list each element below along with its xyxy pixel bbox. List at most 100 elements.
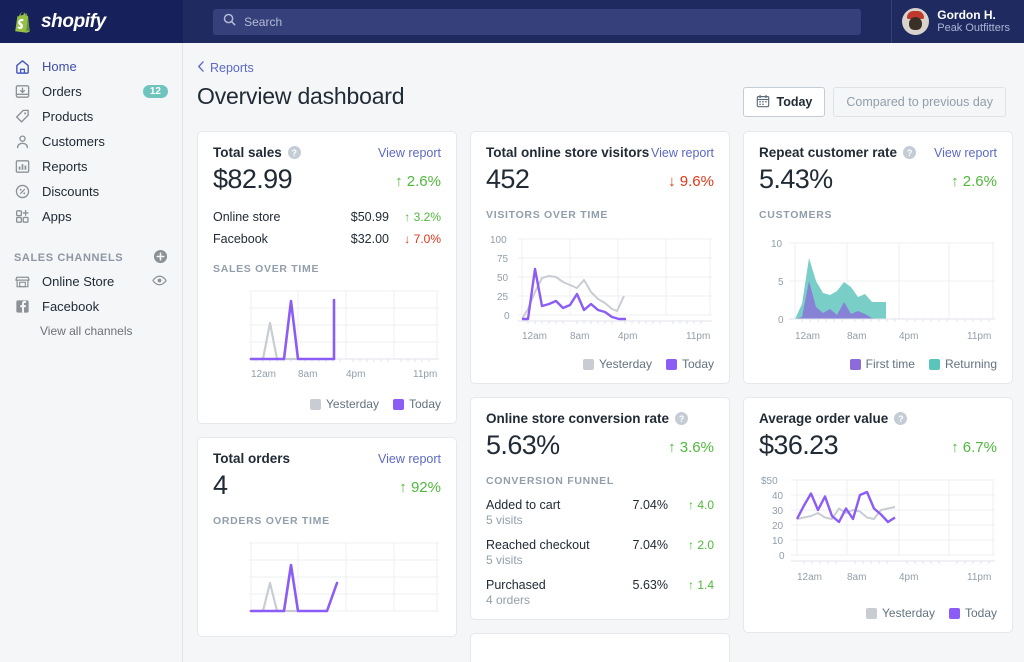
view-report-link[interactable]: View report — [934, 146, 997, 160]
legend-label: Yesterday — [326, 397, 379, 411]
svg-text:50: 50 — [497, 273, 509, 284]
sidebar-item-label: Orders — [42, 84, 82, 99]
view-report-link[interactable]: View report — [378, 146, 441, 160]
page-header: Overview dashboard Today Compared to pre… — [183, 75, 1024, 117]
legend-item-today: Today — [666, 357, 714, 371]
view-report-link[interactable]: View report — [651, 146, 714, 160]
card-repeat-customer-rate: Repeat customer rate ? View report 5.43%… — [743, 131, 1013, 384]
chart-legend: First time Returning — [759, 357, 997, 371]
svg-text:5: 5 — [778, 277, 784, 288]
home-icon — [14, 58, 31, 75]
sales-channels-title: SALES CHANNELS — [14, 252, 123, 264]
card-online-store-visitors: Total online store visitors View report … — [470, 131, 730, 384]
arrow-up-icon: ↑ — [668, 439, 676, 456]
help-icon[interactable]: ? — [675, 412, 688, 425]
legend-swatch — [866, 608, 877, 619]
card-title: Total orders — [213, 451, 290, 466]
sidebar-item-reports[interactable]: Reports — [0, 154, 182, 179]
sidebar-item-products[interactable]: Products — [0, 104, 182, 129]
delta-value: 2.6% — [407, 173, 441, 190]
search-placeholder: Search — [244, 15, 282, 29]
search-icon — [223, 13, 236, 31]
svg-text:100: 100 — [490, 235, 507, 246]
help-icon[interactable]: ? — [903, 146, 916, 159]
svg-text:30: 30 — [772, 506, 784, 517]
dashboard-column-3: Repeat customer rate ? View report 5.43%… — [743, 131, 1013, 662]
plus-circle-icon[interactable] — [153, 249, 168, 267]
card-conversion-rate: Online store conversion rate ? 5.63% ↑ 3… — [470, 397, 730, 620]
view-all-channels-link[interactable]: View all channels — [0, 319, 182, 343]
page-title: Overview dashboard — [197, 83, 404, 110]
funnel-row-top: Added to cart 7.04% ↑ 4.0 — [486, 498, 714, 512]
svg-text:11pm: 11pm — [967, 572, 991, 583]
chart-label: VISITORS OVER TIME — [486, 209, 714, 221]
metric-delta: ↑ 3.6% — [668, 434, 714, 462]
delta-value: 3.6% — [680, 439, 714, 456]
metric-value: 5.43% — [759, 162, 833, 196]
search-input[interactable]: Search — [213, 9, 861, 35]
today-button-label: Today — [777, 95, 813, 109]
orders-icon — [14, 83, 31, 100]
legend-item-yesterday: Yesterday — [866, 606, 935, 620]
sidebar-item-discounts[interactable]: Discounts — [0, 179, 182, 204]
card-header: Online store conversion rate ? — [486, 411, 714, 426]
chart-orders-over-time — [213, 535, 441, 637]
svg-text:12am: 12am — [522, 331, 547, 342]
funnel-row-top: Reached checkout 7.04% ↑ 2.0 — [486, 538, 714, 552]
delta-value: 2.6% — [963, 173, 997, 190]
view-report-link[interactable]: View report — [378, 452, 441, 466]
sidebar: Home Orders 12 Products Customers Report… — [0, 43, 183, 662]
card-header: Total orders View report — [213, 451, 441, 466]
svg-text:75: 75 — [497, 254, 509, 265]
chevron-left-icon — [197, 61, 205, 75]
svg-text:25: 25 — [497, 292, 509, 303]
avatar — [902, 8, 929, 35]
card-title: Total sales ? — [213, 145, 301, 160]
breadcrumb[interactable]: Reports — [183, 43, 1024, 75]
sales-breakdown: Online store $50.99 ↑ 3.2% Facebook $32.… — [213, 206, 441, 250]
chart-label: CUSTOMERS — [759, 209, 997, 221]
user-menu[interactable]: Gordon H. Peak Outfitters — [902, 8, 1024, 35]
svg-text:8am: 8am — [298, 369, 317, 380]
help-icon[interactable]: ? — [894, 412, 907, 425]
svg-text:12am: 12am — [251, 369, 276, 380]
sidebar-item-facebook[interactable]: Facebook — [0, 294, 182, 319]
legend-item-first-time: First time — [850, 357, 915, 371]
sidebar-item-online-store[interactable]: Online Store — [0, 269, 182, 294]
svg-text:0: 0 — [778, 315, 784, 326]
chart-legend: Yesterday Today — [486, 357, 714, 371]
svg-text:8am: 8am — [847, 572, 866, 583]
svg-text:20: 20 — [772, 521, 784, 532]
help-icon[interactable]: ? — [288, 146, 301, 159]
compare-button[interactable]: Compared to previous day — [833, 87, 1006, 117]
svg-text:11pm: 11pm — [413, 369, 437, 380]
metric-row: $82.99 ↑ 2.6% — [213, 162, 441, 196]
sidebar-item-orders[interactable]: Orders 12 — [0, 79, 182, 104]
shopify-logo[interactable]: shopify — [0, 0, 183, 43]
eye-icon[interactable] — [152, 274, 167, 289]
funnel-row: Added to cart 7.04% ↑ 4.0 5 visits — [486, 498, 714, 527]
card-header: Average order value ? — [759, 411, 997, 426]
sidebar-item-customers[interactable]: Customers — [0, 129, 182, 154]
svg-text:4pm: 4pm — [899, 572, 918, 583]
sidebar-item-apps[interactable]: Apps — [0, 204, 182, 229]
arrow-up-icon: ↑ — [395, 173, 403, 190]
sidebar-item-home[interactable]: Home — [0, 54, 182, 79]
svg-text:12am: 12am — [797, 572, 822, 583]
sidebar-item-label: Products — [42, 109, 93, 124]
orders-badge: 12 — [143, 85, 168, 98]
svg-text:8am: 8am — [847, 331, 866, 342]
metric-value: 4 — [213, 468, 227, 502]
svg-text:0: 0 — [779, 551, 785, 562]
delta-value: 92% — [411, 479, 441, 496]
today-button[interactable]: Today — [743, 87, 826, 117]
svg-text:4pm: 4pm — [346, 369, 365, 380]
metric-value: $82.99 — [213, 162, 292, 196]
legend-label: First time — [866, 357, 915, 371]
breakdown-value: $50.99 — [327, 210, 389, 224]
avatar-head — [909, 17, 922, 30]
funnel-label-text: Added to cart — [486, 498, 610, 512]
sidebar-item-label: Online Store — [42, 274, 114, 289]
legend-item-returning: Returning — [929, 357, 997, 371]
svg-text:0: 0 — [504, 311, 510, 322]
